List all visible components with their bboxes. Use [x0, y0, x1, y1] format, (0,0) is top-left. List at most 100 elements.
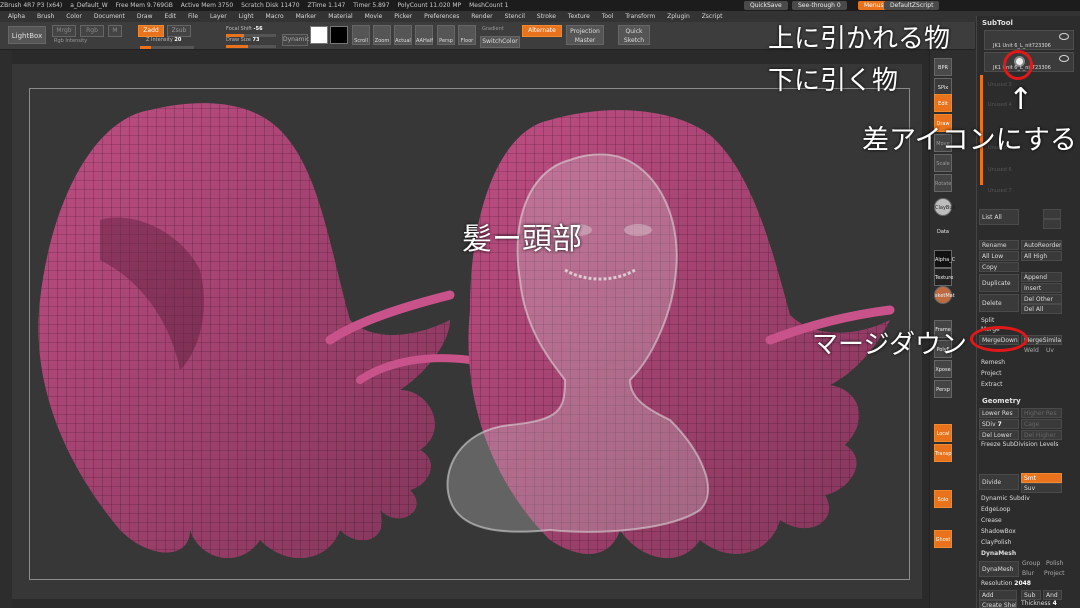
sub-button[interactable]: Sub: [1021, 590, 1041, 600]
menu-item[interactable]: Macro: [266, 13, 284, 20]
group-toggle[interactable]: Group: [1022, 560, 1040, 567]
uv-label[interactable]: Uv: [1046, 347, 1054, 354]
freeze-subdivision-button[interactable]: Freeze SubDivision Levels: [981, 441, 1059, 448]
and-button[interactable]: And: [1043, 590, 1062, 600]
bpr-button[interactable]: BPR: [934, 58, 952, 76]
zoom-button[interactable]: Zoom: [373, 25, 391, 45]
menu-item[interactable]: Tool: [602, 13, 614, 20]
menu-item[interactable]: Zscript: [702, 13, 723, 20]
solo-button[interactable]: Solo: [934, 490, 952, 508]
duplicate-button[interactable]: Duplicate: [979, 274, 1019, 292]
z-intensity-slider[interactable]: [140, 46, 194, 49]
zsub-button[interactable]: Zsub: [167, 25, 191, 37]
actual-button[interactable]: Actual: [394, 25, 412, 45]
autoreorder-button[interactable]: AutoReorder: [1021, 240, 1062, 250]
rgb-button[interactable]: Rgb: [80, 25, 104, 37]
del-other-button[interactable]: Del Other: [1021, 294, 1062, 304]
all-low-button[interactable]: All Low: [979, 251, 1019, 261]
menu-item[interactable]: Layer: [210, 13, 227, 20]
suv-button[interactable]: Suv: [1021, 483, 1062, 493]
quick-sketch-button[interactable]: Quick Sketch: [618, 25, 650, 45]
claypolish-section[interactable]: ClayPolish: [981, 539, 1011, 546]
del-lower-button[interactable]: Del Lower: [979, 430, 1019, 440]
project-toggle[interactable]: Project: [1044, 570, 1065, 577]
mrgb-button[interactable]: Mrgb: [52, 25, 76, 37]
delete-button[interactable]: Delete: [979, 294, 1019, 312]
eye-icon[interactable]: [1059, 33, 1069, 40]
menu-item[interactable]: Marker: [296, 13, 317, 20]
remesh-section[interactable]: Remesh: [981, 359, 1005, 366]
menu-item[interactable]: Stroke: [537, 13, 556, 20]
local-button[interactable]: Local: [934, 424, 952, 442]
thickness-slider[interactable]: Thickness 4: [1021, 600, 1057, 607]
menu-item[interactable]: File: [188, 13, 198, 20]
subtool-item-1[interactable]: JK1 Unit 6_L_nit723306: [984, 30, 1074, 50]
menu-item[interactable]: Alpha: [8, 13, 25, 20]
arrow-up-icon[interactable]: [1043, 209, 1061, 219]
alternate-button[interactable]: Alternate: [522, 25, 562, 37]
add-button[interactable]: Add: [979, 590, 1017, 600]
del-higher-button[interactable]: Del Higher: [1021, 430, 1062, 440]
menu-item[interactable]: Color: [66, 13, 82, 20]
menu-item[interactable]: Draw: [137, 13, 153, 20]
quicksave-button[interactable]: QuickSave: [744, 1, 788, 10]
insert-button[interactable]: Insert: [1021, 283, 1062, 293]
seethrough-slider[interactable]: See-through 0: [792, 1, 847, 10]
projection-master-button[interactable]: Projection Master: [566, 25, 604, 45]
subtool-empty-slot[interactable]: Unused 6: [988, 167, 1012, 173]
weld-label[interactable]: Weld: [1024, 347, 1039, 354]
polish-toggle[interactable]: Polish: [1046, 560, 1063, 567]
menu-item[interactable]: Transform: [625, 13, 655, 20]
append-button[interactable]: Append: [1021, 272, 1062, 282]
arrow-down-icon[interactable]: [1043, 219, 1061, 229]
higher-res-button[interactable]: Higher Res: [1021, 408, 1062, 418]
rotate-button[interactable]: Rotate: [934, 174, 952, 192]
transp-button[interactable]: Transp: [934, 444, 952, 462]
subtool-empty-slot[interactable]: Unused 7: [988, 188, 1012, 194]
sdiv-slider[interactable]: SDiv 7: [979, 419, 1019, 429]
viewport-models[interactable]: [30, 90, 910, 580]
dynamesh-section[interactable]: DynaMesh: [981, 550, 1016, 557]
menu-item[interactable]: Stencil: [505, 13, 525, 20]
material-button[interactable]: sketMat: [934, 286, 955, 304]
m-button[interactable]: M: [108, 25, 122, 37]
extract-section[interactable]: Extract: [981, 381, 1003, 388]
xpose-button[interactable]: Xpose: [934, 360, 952, 378]
ghost-button[interactable]: Ghost: [934, 530, 952, 548]
lightbox-button[interactable]: LightBox: [8, 26, 46, 44]
main-color-swatch[interactable]: [310, 26, 328, 44]
dynamic-subdiv-section[interactable]: Dynamic Subdiv: [981, 495, 1030, 502]
menu-item[interactable]: Movie: [365, 13, 383, 20]
lower-res-button[interactable]: Lower Res: [979, 408, 1019, 418]
menu-item[interactable]: Render: [471, 13, 492, 20]
all-high-button[interactable]: All High: [1021, 251, 1062, 261]
edit-button[interactable]: Edit: [934, 94, 952, 112]
dynamesh-button[interactable]: DynaMesh: [979, 561, 1019, 577]
hair-model-left[interactable]: [38, 103, 474, 559]
shadowbox-section[interactable]: ShadowBox: [981, 528, 1016, 535]
menu-item[interactable]: Light: [239, 13, 254, 20]
defaultzscript-button[interactable]: DefaultZScript: [884, 1, 940, 10]
resolution-slider[interactable]: Resolution 2048: [981, 580, 1031, 587]
data-button[interactable]: Data: [934, 222, 952, 240]
project-section[interactable]: Project: [981, 370, 1002, 377]
copy-button[interactable]: Copy: [979, 262, 1019, 272]
texture-button[interactable]: Texture: [934, 268, 953, 286]
menu-item[interactable]: Document: [94, 13, 125, 20]
divide-button[interactable]: Divide: [979, 474, 1019, 490]
blur-slider[interactable]: Blur: [1022, 570, 1034, 577]
menu-item[interactable]: Texture: [568, 13, 590, 20]
brush-icon[interactable]: ClayBuil: [934, 198, 955, 216]
menu-item[interactable]: Preferences: [424, 13, 459, 20]
scroll-button[interactable]: Scroll: [352, 25, 370, 45]
del-all-button[interactable]: Del All: [1021, 304, 1062, 314]
edgeloop-section[interactable]: EdgeLoop: [981, 506, 1011, 513]
aahalf-button[interactable]: AAHalf: [415, 25, 433, 45]
floor-button[interactable]: Floor: [458, 25, 476, 45]
eye-icon[interactable]: [1059, 55, 1069, 62]
smt-button[interactable]: Smt: [1021, 473, 1062, 483]
draw-size-slider[interactable]: [226, 45, 276, 48]
menu-item[interactable]: Material: [328, 13, 352, 20]
secondary-color-swatch[interactable]: [330, 26, 348, 44]
menu-item[interactable]: Zplugin: [667, 13, 690, 20]
